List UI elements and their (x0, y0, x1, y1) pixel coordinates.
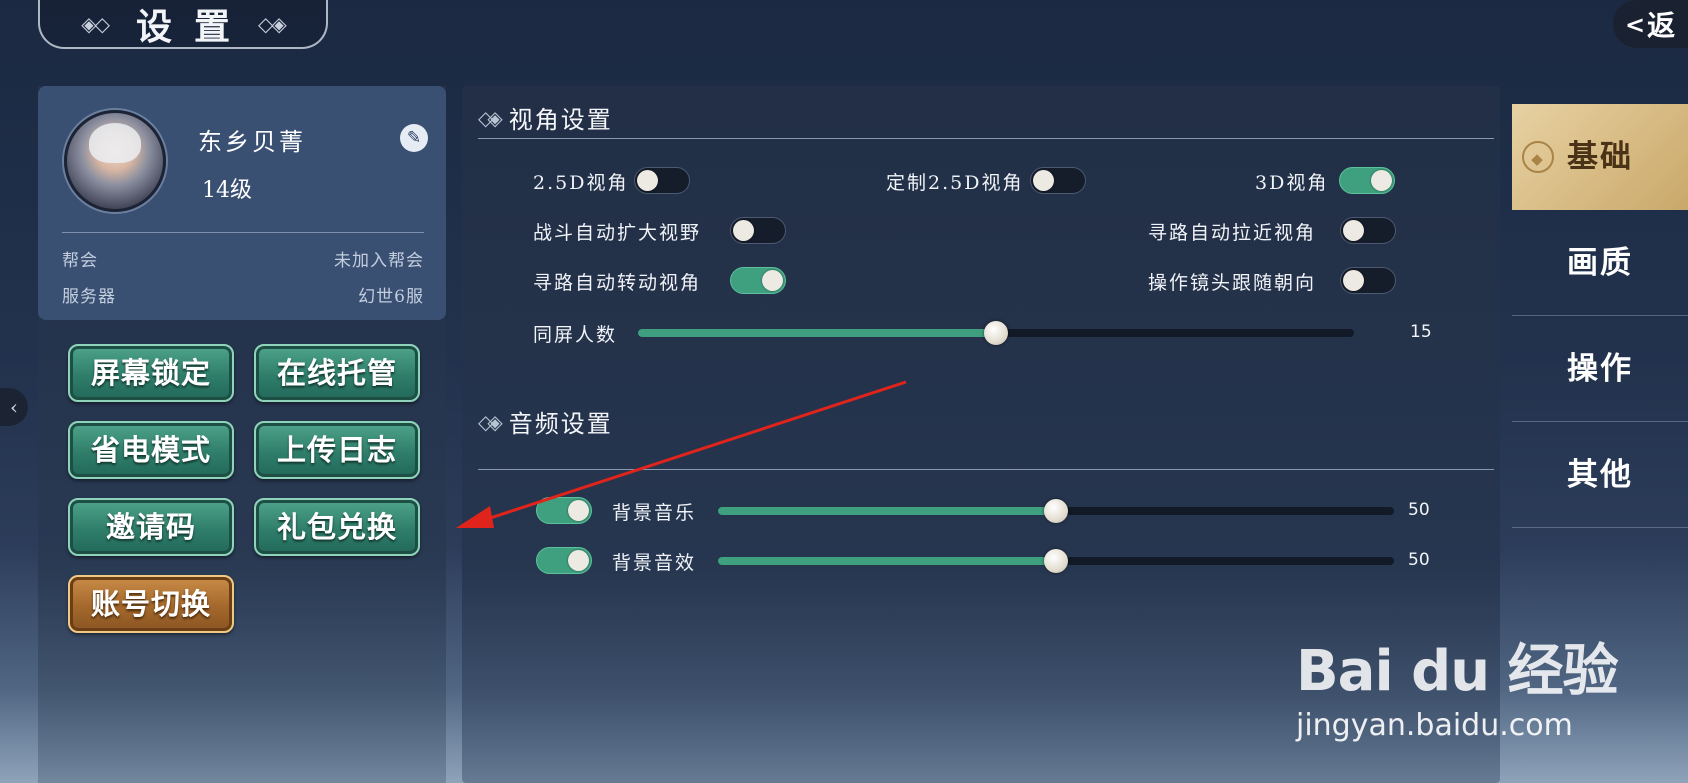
invite-code-button[interactable]: 邀请码 (68, 498, 234, 556)
toggle-knob (1033, 170, 1054, 191)
toggle-pathing-auto-zoom[interactable] (1340, 217, 1396, 244)
players-on-screen-value: 15 (1410, 322, 1432, 342)
back-arrow-icon: < (1625, 9, 1646, 39)
switch-account-button[interactable]: 账号切换 (68, 575, 234, 633)
option-label-pathing-auto-zoom: 寻路自动拉近视角 (1148, 222, 1317, 244)
toggle-pathing-auto-rotate[interactable] (730, 267, 786, 294)
toggle-knob (762, 270, 783, 291)
gift-redeem-button[interactable]: 礼包兑换 (254, 498, 420, 556)
slider-fill (718, 557, 1056, 565)
tab-basic[interactable]: ◆ 基础 (1512, 104, 1688, 210)
players-on-screen-label: 同屏人数 (533, 324, 618, 346)
player-level: 14级 (202, 178, 252, 203)
slider-thumb[interactable] (984, 321, 1008, 345)
toggle-knob (568, 500, 589, 521)
toggle-sfx[interactable] (536, 547, 592, 574)
toggle-custom-2-5d-view[interactable] (1030, 167, 1086, 194)
edit-brush-icon[interactable]: ✎ (400, 124, 428, 152)
slider-fill (638, 329, 996, 337)
toggle-knob (1343, 270, 1364, 291)
server-value: 幻世6服 (358, 287, 424, 307)
audio-section-title: 音频设置 (508, 410, 613, 438)
bgm-volume-value: 50 (1408, 500, 1430, 520)
profile-card: 东乡贝菁 14级 ✎ 帮会 未加入帮会 服务器 幻世6服 (38, 86, 446, 320)
section-divider (478, 138, 1494, 139)
sfx-label: 背景音效 (612, 552, 697, 574)
option-label-combat-auto-expand: 战斗自动扩大视野 (533, 222, 702, 244)
back-button[interactable]: < 返 (1613, 0, 1688, 48)
option-label-pathing-auto-rotate: 寻路自动转动视角 (533, 272, 702, 294)
audio-section-header: ◇◈ 音频设置 (478, 404, 613, 439)
view-section-title: 视角设置 (508, 106, 613, 134)
option-label-custom-2-5d-view: 定制2.5D视角 (886, 172, 1024, 194)
player-name: 东乡贝菁 (198, 128, 306, 156)
left-panel: 东乡贝菁 14级 ✎ 帮会 未加入帮会 服务器 幻世6服 屏幕锁定 在线托管 省… (38, 86, 446, 783)
guild-value: 未加入帮会 (334, 251, 424, 271)
avatar[interactable] (64, 110, 166, 212)
toggle-3d-view[interactable] (1339, 167, 1395, 194)
divider (62, 232, 424, 233)
collapse-chevron-left-icon[interactable]: ‹ (0, 388, 28, 426)
slider-fill (718, 507, 1056, 515)
view-section-header: ◇◈ 视角设置 (478, 100, 613, 135)
back-label: 返 (1647, 9, 1676, 42)
title-plate: ◈◇ 设置 ◇◈ (38, 0, 328, 49)
toggle-knob (1343, 220, 1364, 241)
settings-panel: ◇◈ 视角设置 2.5D视角 定制2.5D视角 3D视角 战斗自动扩大视野 寻路… (462, 86, 1500, 783)
toggle-combat-auto-expand[interactable] (730, 217, 786, 244)
toggle-knob (568, 550, 589, 571)
guild-label: 帮会 (62, 251, 98, 271)
page-title: 设置 (135, 5, 252, 48)
tab-graphics-label: 画质 (1567, 245, 1633, 281)
toggle-camera-follow[interactable] (1340, 267, 1396, 294)
tab-basic-label: 基础 (1567, 139, 1633, 175)
guild-row: 帮会 未加入帮会 (62, 246, 424, 271)
option-label-3d-view: 3D视角 (1255, 172, 1329, 194)
sfx-volume-value: 50 (1408, 550, 1430, 570)
ornament-icon: ◇◈ (258, 11, 287, 36)
option-label-2-5d-view: 2.5D视角 (533, 172, 629, 194)
option-label-camera-follow: 操作镜头跟随朝向 (1148, 272, 1317, 294)
tab-other-label: 其他 (1567, 457, 1633, 493)
bgm-volume-slider[interactable] (718, 499, 1394, 523)
tab-controls-label: 操作 (1567, 351, 1633, 387)
tab-graphics[interactable]: 画质 (1512, 210, 1688, 316)
toggle-2-5d-view[interactable] (634, 167, 690, 194)
power-save-button[interactable]: 省电模式 (68, 421, 234, 479)
upload-log-button[interactable]: 上传日志 (254, 421, 420, 479)
server-label: 服务器 (62, 287, 116, 307)
screen-lock-button[interactable]: 屏幕锁定 (68, 344, 234, 402)
coin-emblem-icon: ◆ (1522, 141, 1554, 173)
section-ornament-icon: ◇◈ (478, 105, 503, 130)
sfx-volume-slider[interactable] (718, 549, 1394, 573)
ornament-icon: ◈◇ (81, 11, 110, 36)
toggle-knob (733, 220, 754, 241)
server-row: 服务器 幻世6服 (62, 282, 424, 307)
section-divider (478, 469, 1494, 470)
toggle-knob (1371, 170, 1392, 191)
tab-controls[interactable]: 操作 (1512, 316, 1688, 422)
bgm-label: 背景音乐 (612, 502, 697, 524)
toggle-bgm[interactable] (536, 497, 592, 524)
section-ornament-icon: ◇◈ (478, 409, 503, 434)
tab-other[interactable]: 其他 (1512, 422, 1688, 528)
slider-thumb[interactable] (1044, 499, 1068, 523)
online-hosting-button[interactable]: 在线托管 (254, 344, 420, 402)
toggle-knob (637, 170, 658, 191)
slider-thumb[interactable] (1044, 549, 1068, 573)
players-on-screen-slider[interactable] (638, 321, 1354, 345)
